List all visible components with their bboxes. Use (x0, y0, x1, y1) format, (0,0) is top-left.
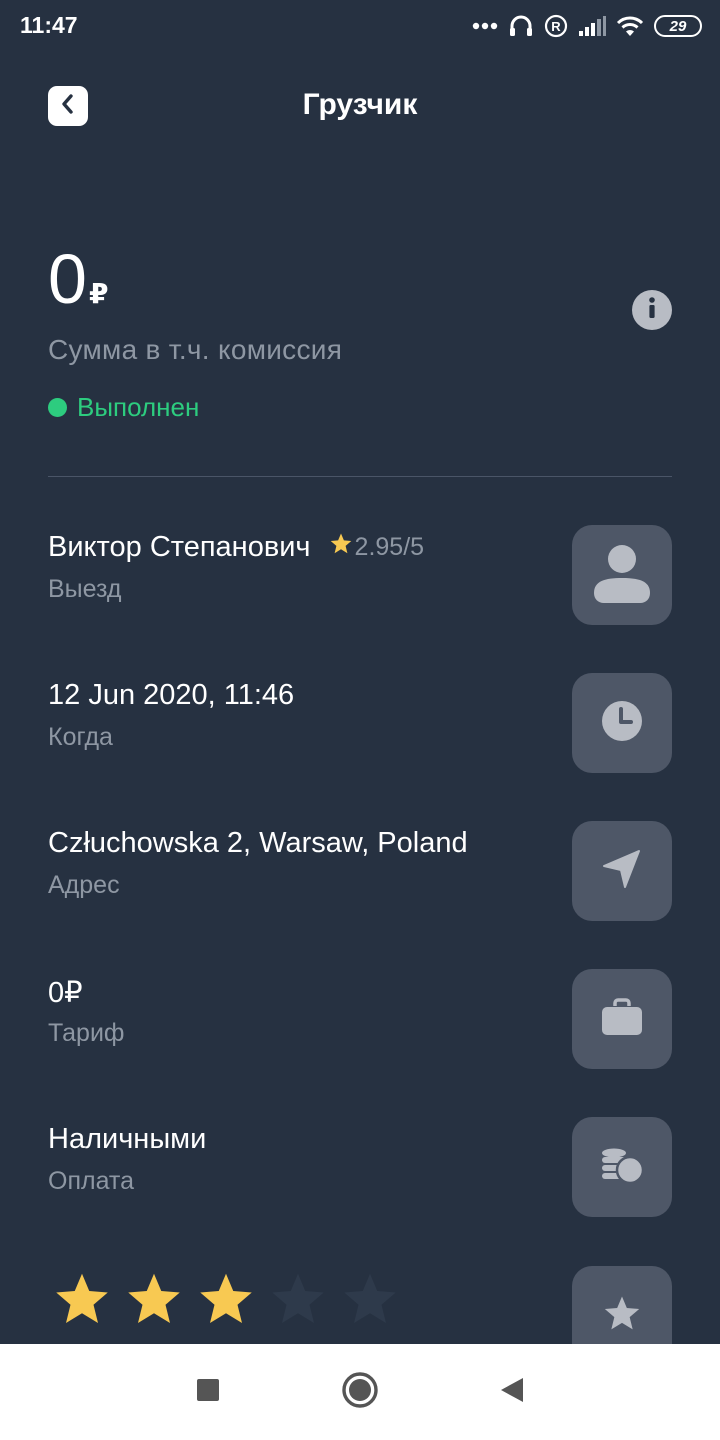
address-row: Człuchowska 2, Warsaw, Poland Адрес (48, 821, 672, 921)
payment-row: Наличными Оплата (48, 1117, 672, 1217)
amount-value: 0 (48, 240, 87, 318)
tariff-value: 0₽ (48, 977, 83, 1009)
star-icon (329, 532, 355, 563)
order-status: Выполнен (48, 392, 199, 423)
rating-star-2[interactable] (124, 1270, 184, 1330)
date-label: Когда (48, 723, 113, 751)
worker-rating: 2.95/5 (329, 532, 425, 563)
briefcase-icon (601, 997, 643, 1041)
recents-button[interactable] (186, 1370, 230, 1414)
address-label: Адрес (48, 871, 120, 899)
worker-name: Виктор Степанович (48, 531, 311, 563)
back-nav-button[interactable] (490, 1370, 534, 1414)
status-text: Выполнен (77, 392, 200, 422)
star-icon (602, 1294, 642, 1339)
tariff-button[interactable] (572, 969, 672, 1069)
navigation-arrow-icon (601, 848, 643, 895)
wifi-icon (616, 15, 644, 37)
info-button[interactable] (632, 290, 672, 330)
payment-button[interactable] (572, 1117, 672, 1217)
tariff-row: 0₽ Тариф (48, 969, 672, 1069)
status-icons: R 29 (472, 10, 702, 42)
tariff-label: Тариф (48, 1019, 125, 1047)
worker-name-line: Виктор Степанович 2.95/5 (48, 531, 424, 564)
status-bar: 11:47 R 29 (0, 0, 720, 52)
square-icon (196, 1378, 220, 1407)
rating-stars (52, 1270, 400, 1330)
coins-icon (600, 1146, 645, 1189)
worker-rating-value: 2.95/5 (354, 533, 425, 561)
clock-icon (601, 700, 643, 747)
total-amount: 0₽ (48, 244, 108, 314)
page-title: Грузчик (302, 88, 418, 121)
info-icon (646, 296, 658, 325)
worker-row: Виктор Степанович 2.95/5 Выезд (48, 525, 672, 625)
worker-role: Выезд (48, 575, 122, 603)
amount-caption: Сумма в т.ч. комиссия (48, 334, 343, 365)
payment-value: Наличными (48, 1123, 207, 1155)
address-button[interactable] (572, 821, 672, 921)
person-icon (593, 543, 651, 608)
date-button[interactable] (572, 673, 672, 773)
payment-label: Оплата (48, 1167, 134, 1195)
date-value: 12 Jun 2020, 11:46 (48, 679, 295, 711)
registered-icon: R (544, 14, 568, 38)
status-dot-icon (48, 398, 67, 417)
system-nav-bar (0, 1344, 720, 1440)
divider (48, 476, 672, 477)
date-row: 12 Jun 2020, 11:46 Когда (48, 673, 672, 773)
headphones-icon (508, 13, 534, 39)
signal-icon (578, 15, 606, 37)
address-value: Człuchowska 2, Warsaw, Poland (48, 827, 468, 859)
svg-text:R: R (551, 19, 561, 34)
triangle-back-icon (499, 1376, 525, 1409)
status-time: 11:47 (20, 12, 78, 38)
rating-star-5[interactable] (340, 1270, 400, 1330)
amount-currency: ₽ (88, 278, 109, 309)
rating-star-1[interactable] (52, 1270, 112, 1330)
battery-indicator: 29 (654, 15, 702, 37)
screen: 11:47 R 29 Грузчик 0₽ Сумма в т.ч. комис… (0, 0, 720, 1440)
rating-star-4[interactable] (268, 1270, 328, 1330)
circle-icon (341, 1371, 379, 1414)
rating-star-3[interactable] (196, 1270, 256, 1330)
more-dots-icon (472, 22, 498, 30)
home-button[interactable] (338, 1370, 382, 1414)
worker-profile-button[interactable] (572, 525, 672, 625)
